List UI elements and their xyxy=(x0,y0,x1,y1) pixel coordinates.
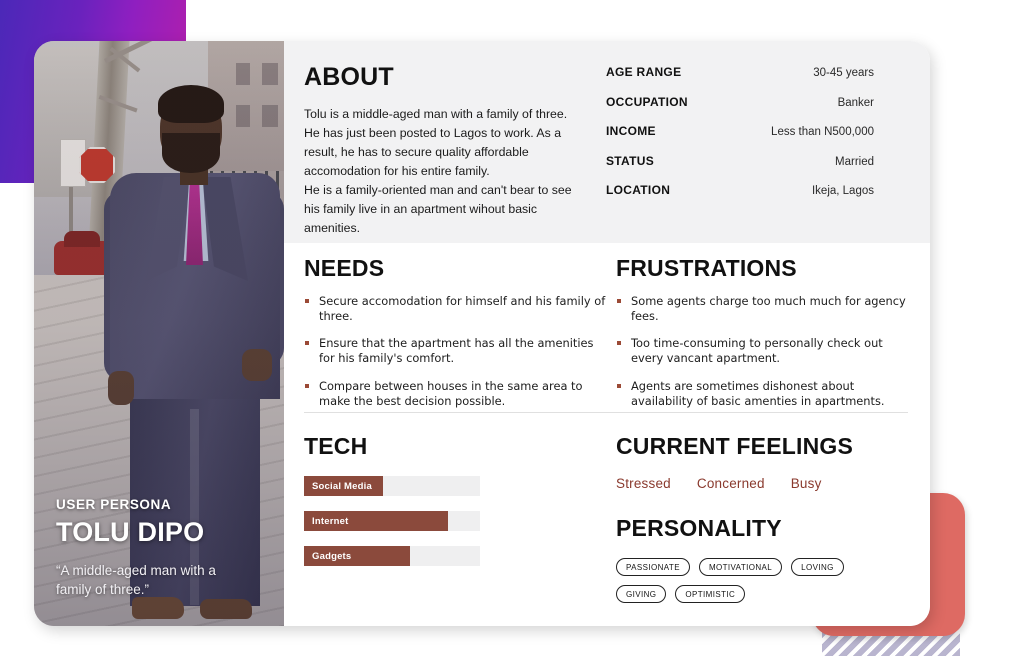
attribute-value: Less than N500,000 xyxy=(771,126,874,138)
persona-identity: USER PERSONA TOLU DIPO “A middle-aged ma… xyxy=(34,497,284,600)
attribute-row-age-range: AGE RANGE 30-45 years xyxy=(606,65,874,79)
trait-pill: OPTIMISTIC xyxy=(675,585,746,603)
progress-label: Internet xyxy=(312,515,349,527)
attribute-label: LOCATION xyxy=(606,183,671,197)
persona-card: USER PERSONA TOLU DIPO “A middle-aged ma… xyxy=(34,41,930,626)
personality-traits: PASSIONATE MOTIVATIONAL LOVING GIVING OP… xyxy=(616,558,896,603)
attribute-row-location: LOCATION Ikeja, Lagos xyxy=(606,183,874,197)
tech-block: TECH Social Media Internet Gadgets xyxy=(304,433,606,603)
attribute-value: Married xyxy=(835,155,874,168)
tech-bar-gadgets: Gadgets xyxy=(304,546,606,566)
needs-list: Secure accomodation for himself and his … xyxy=(304,294,606,409)
progress-fill: Gadgets xyxy=(304,546,410,566)
about-panel: ABOUT Tolu is a middle-aged man with a f… xyxy=(284,41,930,243)
attributes-list: AGE RANGE 30-45 years OCCUPATION Banker … xyxy=(584,41,930,243)
tech-bar-internet: Internet xyxy=(304,511,606,531)
list-item: Agents are sometimes dishonest about ava… xyxy=(616,379,908,409)
trait-pill: MOTIVATIONAL xyxy=(698,558,783,576)
attribute-value: Banker xyxy=(837,96,874,109)
feeling-tag: Stressed xyxy=(616,476,671,491)
attribute-row-occupation: OCCUPATION Banker xyxy=(606,95,874,109)
persona-name: TOLU DIPO xyxy=(56,516,205,547)
progress-track: Social Media xyxy=(304,476,480,496)
trait-pill: PASSIONATE xyxy=(616,558,690,576)
persona-quote: “A middle-aged man with a family of thre… xyxy=(56,562,216,598)
list-item: Ensure that the apartment has all the am… xyxy=(304,336,606,366)
tech-feelings-section: TECH Social Media Internet Gadgets CURRE… xyxy=(304,433,908,603)
needs-frustrations-section: NEEDS Secure accomodation for himself an… xyxy=(304,255,908,421)
attribute-label: OCCUPATION xyxy=(606,94,688,109)
attribute-value: 30-45 years xyxy=(813,67,874,79)
trait-pill: GIVING xyxy=(616,585,667,603)
tech-bar-social-media: Social Media xyxy=(304,476,606,496)
attribute-label: AGE RANGE xyxy=(606,65,682,79)
list-item: Too time-consuming to personally check o… xyxy=(616,336,908,366)
feelings-personality-block: CURRENT FEELINGS Stressed Concerned Busy… xyxy=(606,433,908,603)
attribute-label: INCOME xyxy=(606,124,656,138)
progress-track: Internet xyxy=(304,511,480,531)
frustrations-heading: FRUSTRATIONS xyxy=(616,255,797,281)
persona-photo: USER PERSONA TOLU DIPO “A middle-aged ma… xyxy=(34,41,284,626)
feeling-tag: Concerned xyxy=(696,476,765,491)
frustrations-block: FRUSTRATIONS Some agents charge too much… xyxy=(606,255,908,421)
progress-label: Social Media xyxy=(312,480,372,492)
progress-fill: Internet xyxy=(304,511,449,531)
persona-details: ABOUT Tolu is a middle-aged man with a f… xyxy=(284,41,930,626)
attribute-value: Ikeja, Lagos xyxy=(811,185,874,197)
list-item: Secure accomodation for himself and his … xyxy=(304,294,606,324)
progress-track: Gadgets xyxy=(304,546,480,566)
frustrations-list: Some agents charge too much much for age… xyxy=(616,294,908,409)
about-heading: ABOUT xyxy=(304,63,394,91)
attribute-row-status: STATUS Married xyxy=(606,154,874,168)
persona-kicker: USER PERSONA xyxy=(56,496,172,512)
persona-canvas: USER PERSONA TOLU DIPO “A middle-aged ma… xyxy=(0,0,1024,665)
personality-heading: PERSONALITY xyxy=(616,515,782,541)
tech-heading: TECH xyxy=(304,433,368,459)
section-divider xyxy=(304,412,908,413)
feeling-tag: Busy xyxy=(790,476,822,491)
attribute-label: STATUS xyxy=(606,153,655,168)
attribute-row-income: INCOME Less than N500,000 xyxy=(606,124,874,138)
progress-label: Gadgets xyxy=(312,550,352,562)
trait-pill: LOVING xyxy=(791,558,844,576)
list-item: Compare between houses in the same area … xyxy=(304,379,606,409)
feelings-list: Stressed Concerned Busy xyxy=(616,476,908,491)
current-feelings-heading: CURRENT FEELINGS xyxy=(616,433,854,459)
needs-heading: NEEDS xyxy=(304,255,385,281)
progress-fill: Social Media xyxy=(304,476,384,496)
about-body: Tolu is a middle-aged man with a family … xyxy=(304,107,572,235)
list-item: Some agents charge too much much for age… xyxy=(616,294,908,324)
needs-block: NEEDS Secure accomodation for himself an… xyxy=(304,255,606,421)
